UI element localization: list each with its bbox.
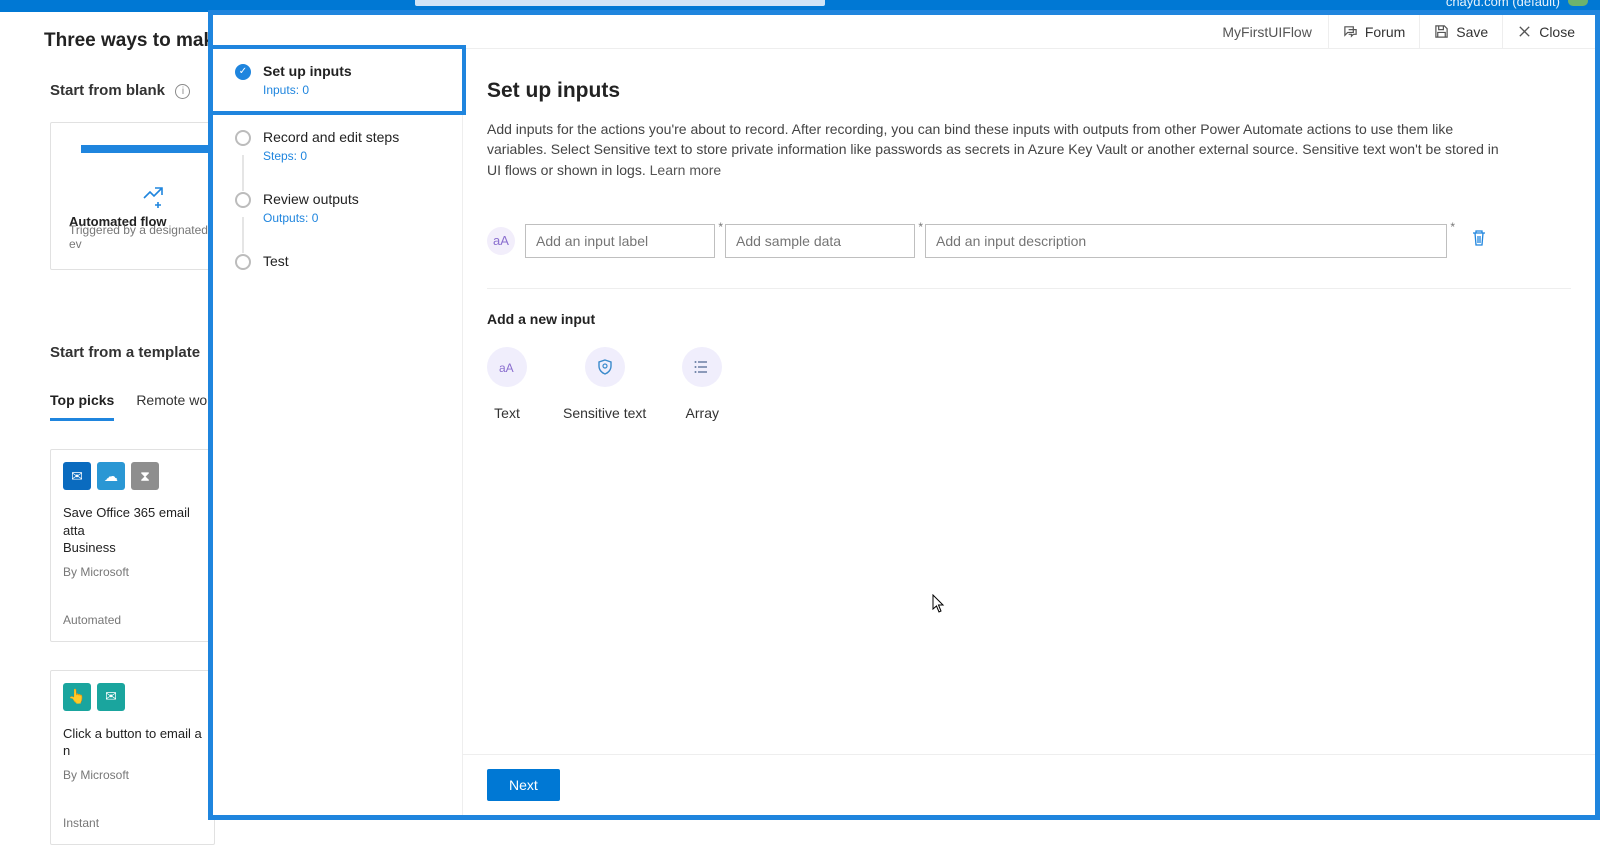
template-card[interactable]: 👆 ✉ Click a button to email a n By Micro… [50, 670, 215, 845]
blank-card-subtitle: Triggered by a designated ev [69, 223, 209, 251]
template-card-kind: Instant [63, 816, 202, 830]
button-icon: 👆 [63, 683, 91, 711]
required-marker: * [718, 220, 723, 234]
template-card-by: By Microsoft [63, 768, 202, 782]
step-review-outputs[interactable]: Review outputs Outputs: 0 [213, 177, 462, 239]
input-label-field[interactable] [525, 224, 715, 258]
step-test[interactable]: Test [213, 239, 462, 284]
tab-top-picks[interactable]: Top picks [50, 392, 114, 421]
add-text-input[interactable]: aA Text [487, 347, 527, 421]
option-label: Sensitive text [563, 405, 646, 421]
step-title: Test [263, 253, 289, 269]
help-text: Add inputs for the actions you're about … [487, 119, 1507, 180]
close-icon [1517, 24, 1532, 39]
modal-toolbar: MyFirstUIFlow Forum Save Close [213, 15, 1595, 49]
template-card[interactable]: ✉ ☁ ⧗ Save Office 365 email atta Busines… [50, 449, 215, 642]
avatar[interactable] [1568, 0, 1588, 6]
search-bar-partial[interactable] [415, 0, 825, 6]
chat-icon [1343, 24, 1358, 39]
required-marker: * [918, 220, 923, 234]
close-button[interactable]: Close [1502, 15, 1589, 48]
template-card-kind: Automated [63, 613, 202, 627]
next-button[interactable]: Next [487, 769, 560, 801]
tab-remote-work[interactable]: Remote work [136, 392, 218, 421]
shield-icon [585, 347, 625, 387]
step-marker-icon [235, 130, 251, 146]
delete-input-button[interactable] [1471, 229, 1487, 252]
learn-more-link[interactable]: Learn more [650, 162, 722, 178]
onedrive-icon: ☁ [97, 462, 125, 490]
template-card-title: Click a button to email a n [63, 725, 202, 760]
hourglass-icon: ⧗ [131, 462, 159, 490]
card-accent [81, 145, 211, 153]
add-new-heading: Add a new input [487, 311, 1571, 327]
blank-section-title: Start from blank [50, 82, 165, 99]
blank-card-automated-flow[interactable]: Automated flow Triggered by a designated… [50, 122, 210, 270]
template-card-title: Save Office 365 email atta Business [63, 504, 202, 557]
step-meta: Steps: 0 [263, 149, 399, 163]
template-section-title: Start from a template [50, 344, 200, 361]
step-marker-icon [235, 254, 251, 270]
mail-icon: ✉ [97, 683, 125, 711]
outlook-icon: ✉ [63, 462, 91, 490]
add-new-input-section: Add a new input aA Text Sensi [487, 311, 1571, 421]
step-meta: Outputs: 0 [263, 211, 359, 225]
step-title: Set up inputs [263, 63, 352, 79]
flow-name-label: MyFirstUIFlow [1222, 24, 1311, 40]
text-icon: aA [487, 347, 527, 387]
step-marker-checked-icon [235, 64, 251, 80]
sample-data-field[interactable] [725, 224, 915, 258]
account-label: cnayd.com (default) [1446, 0, 1560, 9]
option-label: Array [686, 405, 719, 421]
input-definition-row: aA * * * [487, 224, 1571, 289]
template-card-by: By Microsoft [63, 565, 202, 579]
step-marker-icon [235, 192, 251, 208]
wizard-footer: Next [463, 754, 1595, 815]
input-description-field[interactable] [925, 224, 1447, 258]
svg-text:aA: aA [499, 361, 514, 375]
step-set-up-inputs[interactable]: Set up inputs Inputs: 0 [209, 45, 466, 115]
template-card-icons: 👆 ✉ [63, 683, 202, 711]
step-meta: Inputs: 0 [263, 83, 352, 97]
add-array-input[interactable]: Array [682, 347, 722, 421]
template-card-icons: ✉ ☁ ⧗ [63, 462, 202, 490]
ui-flow-wizard-modal: MyFirstUIFlow Forum Save Close Set up in… [208, 10, 1600, 820]
forum-button[interactable]: Forum [1328, 15, 1419, 48]
step-record-and-edit[interactable]: Record and edit steps Steps: 0 [213, 115, 462, 177]
add-sensitive-text-input[interactable]: Sensitive text [563, 347, 646, 421]
required-marker: * [1450, 220, 1455, 234]
trash-icon [1471, 229, 1487, 247]
save-icon [1434, 24, 1449, 39]
wizard-main: Set up inputs Add inputs for the actions… [463, 49, 1595, 815]
main-heading: Set up inputs [487, 79, 1571, 103]
info-icon[interactable]: i [175, 84, 190, 99]
step-title: Review outputs [263, 191, 359, 207]
option-label: Text [494, 405, 520, 421]
text-type-icon[interactable]: aA [487, 227, 515, 255]
flow-plus-icon [141, 183, 167, 215]
list-icon [682, 347, 722, 387]
save-button[interactable]: Save [1419, 15, 1502, 48]
wizard-steps: Set up inputs Inputs: 0 Record and edit … [213, 49, 463, 815]
step-title: Record and edit steps [263, 129, 399, 145]
